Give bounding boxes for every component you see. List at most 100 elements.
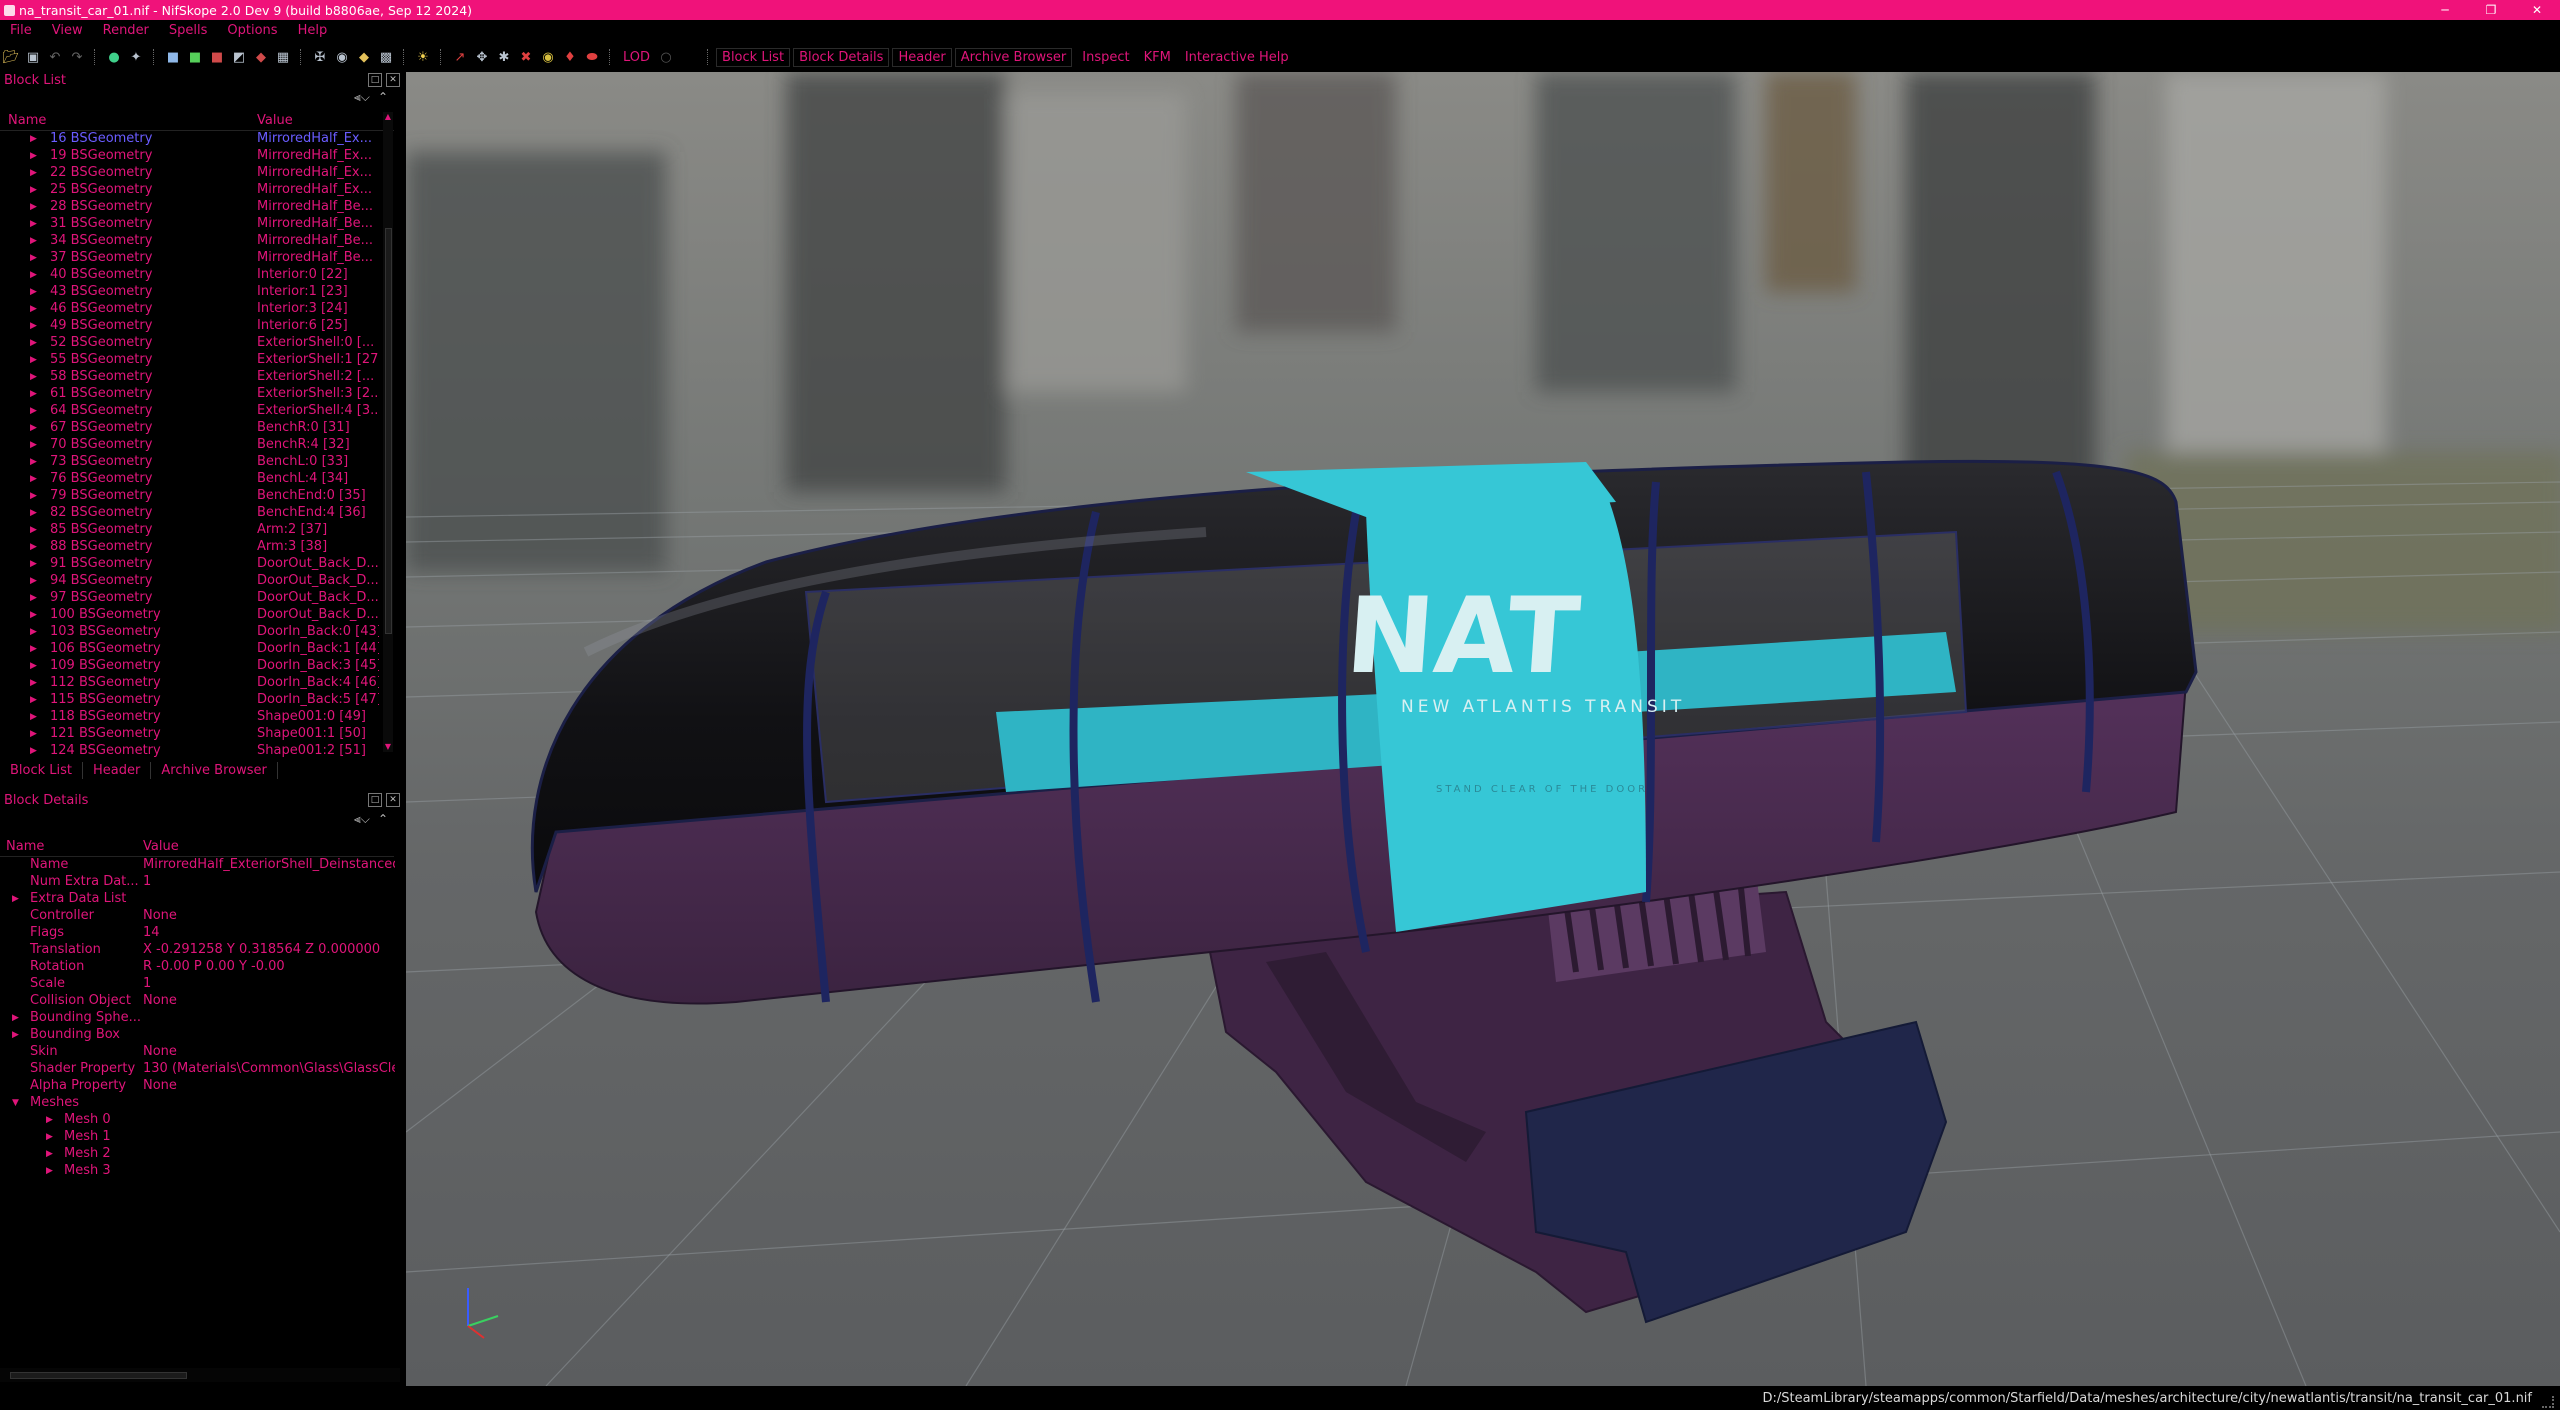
expand-all-icon[interactable]: ⫷︎⌵	[354, 812, 370, 827]
3d-viewport[interactable]: NAT NEW ATLANTIS TRANSIT STAND CLEAR OF …	[406, 72, 2560, 1386]
block-list-row[interactable]: ▶ 94 BSGeometry DoorOut_Back_D...	[0, 573, 394, 590]
block-list-row[interactable]: ▶ 37 BSGeometry MirroredHalf_Be...	[0, 250, 394, 267]
show-nodes-icon[interactable]: ◆	[355, 48, 373, 66]
block-list-row[interactable]: ▶ 55 BSGeometry ExteriorShell:1 [27]	[0, 352, 394, 369]
block-list-row[interactable]: ▶ 112 BSGeometry DoorIn_Back:4 [46]	[0, 675, 394, 692]
detail-row[interactable]: Flags 14	[0, 925, 394, 942]
block-list-row[interactable]: ▶ 64 BSGeometry ExteriorShell:4 [3...	[0, 403, 394, 420]
column-value[interactable]: Value	[257, 113, 293, 128]
detail-row[interactable]: Name MirroredHalf_ExteriorShell_Deinstanc…	[0, 857, 395, 874]
detail-row[interactable]: Collision Object None	[0, 993, 394, 1010]
detail-row[interactable]: Scale 1	[0, 976, 394, 993]
tab-block-list[interactable]: Block List	[0, 762, 84, 779]
close-icon[interactable]: ✕	[386, 793, 400, 807]
block-list-row[interactable]: ▶ 31 BSGeometry MirroredHalf_Be...	[0, 216, 394, 233]
expand-arrow-icon[interactable]: ▶	[46, 1149, 53, 1159]
menu-spells[interactable]: Spells	[157, 23, 216, 38]
show-hidden-icon[interactable]: ◉	[333, 48, 351, 66]
block-list-row[interactable]: ▶ 115 BSGeometry DoorIn_Back:5 [47]	[0, 692, 394, 709]
detail-row[interactable]: Alpha Property None	[0, 1078, 394, 1095]
block-list-row[interactable]: ▶ 91 BSGeometry DoorOut_Back_D...	[0, 556, 394, 573]
toggle-header-button[interactable]: Header	[892, 47, 952, 67]
column-name[interactable]: Name	[6, 839, 44, 854]
expand-arrow-icon[interactable]: ▶	[46, 1132, 53, 1142]
expand-arrow-icon[interactable]: ▶	[30, 440, 37, 450]
expand-arrow-icon[interactable]: ▶	[30, 644, 37, 654]
expand-arrow-icon[interactable]: ▶	[30, 610, 37, 620]
block-list-row[interactable]: ▶ 61 BSGeometry ExteriorShell:3 [2...	[0, 386, 394, 403]
texture-icon[interactable]: ◉	[539, 48, 557, 66]
expand-arrow-icon[interactable]: ▶	[30, 746, 37, 756]
expand-arrow-icon[interactable]: ▶	[30, 219, 37, 229]
show-constraints-icon[interactable]: ▩	[377, 48, 395, 66]
close-icon[interactable]: ✕	[2514, 0, 2560, 20]
interactive-help-button[interactable]: Interactive Help	[1178, 50, 1296, 65]
expand-arrow-icon[interactable]: ▶	[30, 168, 37, 178]
block-list-scrollbar[interactable]: ▲ ▼	[383, 112, 393, 752]
view-top-icon[interactable]: ■	[164, 48, 182, 66]
detail-row[interactable]: ▶ Mesh 0	[0, 1112, 394, 1129]
expand-arrow-icon[interactable]: ▶	[30, 304, 37, 314]
expand-arrow-icon[interactable]: ▶	[30, 576, 37, 586]
block-list-row[interactable]: ▶ 106 BSGeometry DoorIn_Back:1 [44]	[0, 641, 394, 658]
expand-all-icon[interactable]: ⫷︎⌵	[354, 90, 370, 105]
toggle-block-list-button[interactable]: Block List	[716, 47, 791, 67]
menu-help[interactable]: Help	[286, 23, 336, 38]
block-list-row[interactable]: ▶ 46 BSGeometry Interior:3 [24]	[0, 301, 394, 318]
expand-arrow-icon[interactable]: ▶	[46, 1166, 53, 1176]
expand-arrow-icon[interactable]: ▶	[12, 894, 19, 904]
view-walk-icon[interactable]: ◆	[252, 48, 270, 66]
block-list-row[interactable]: ▶ 25 BSGeometry MirroredHalf_Ex...	[0, 182, 394, 199]
scroll-down-icon[interactable]: ▼	[383, 742, 393, 752]
expand-arrow-icon[interactable]: ▶	[30, 525, 37, 535]
redo-icon[interactable]: ↷	[68, 48, 86, 66]
expand-arrow-icon[interactable]: ▶	[30, 253, 37, 263]
menu-file[interactable]: File	[0, 23, 40, 38]
axes-icon[interactable]: ✠	[311, 48, 329, 66]
perspective-icon[interactable]: ▦	[274, 48, 292, 66]
view-front-icon[interactable]: ■	[186, 48, 204, 66]
collapse-all-icon[interactable]: ⌃	[378, 812, 388, 826]
marker-icon[interactable]: ♦	[561, 48, 579, 66]
detail-row[interactable]: ▶ Mesh 1	[0, 1129, 394, 1146]
block-list-row[interactable]: ▶ 67 BSGeometry BenchR:0 [31]	[0, 420, 394, 437]
block-list-row[interactable]: ▶ 22 BSGeometry MirroredHalf_Ex...	[0, 165, 394, 182]
expand-arrow-icon[interactable]: ▶	[30, 678, 37, 688]
restore-icon[interactable]: ❐	[2468, 0, 2514, 20]
expand-arrow-icon[interactable]: ▶	[30, 236, 37, 246]
block-list-row[interactable]: ▶ 121 BSGeometry Shape001:1 [50]	[0, 726, 394, 743]
close-icon[interactable]: ✕	[386, 73, 400, 87]
lod-slider-icon[interactable]: ○	[657, 48, 675, 66]
reset-view-icon[interactable]: ✦	[127, 48, 145, 66]
detail-row[interactable]: Num Extra Dat... 1	[0, 874, 394, 891]
expand-arrow-icon[interactable]: ▶	[30, 593, 37, 603]
block-list-row[interactable]: ▶ 100 BSGeometry DoorOut_Back_D...	[0, 607, 394, 624]
expand-arrow-icon[interactable]: ▶	[30, 491, 37, 501]
expand-arrow-icon[interactable]: ▶	[30, 321, 37, 331]
expand-arrow-icon[interactable]: ▶	[30, 270, 37, 280]
skeleton-icon[interactable]: ✱	[495, 48, 513, 66]
scroll-up-icon[interactable]: ▲	[383, 112, 393, 122]
expand-arrow-icon[interactable]: ▶	[30, 542, 37, 552]
detail-row[interactable]: ▶ Bounding Box	[0, 1027, 394, 1044]
detail-row[interactable]: Skin None	[0, 1044, 394, 1061]
furniture-icon[interactable]: ⬬	[583, 48, 601, 66]
inspect-button[interactable]: Inspect	[1075, 50, 1136, 65]
tab-header[interactable]: Header	[83, 762, 152, 779]
detail-row[interactable]: ▶ Extra Data List	[0, 891, 394, 908]
expand-arrow-icon[interactable]: ▶	[30, 389, 37, 399]
toggle-archive-browser-button[interactable]: Archive Browser	[954, 47, 1073, 67]
block-list-row[interactable]: ▶ 34 BSGeometry MirroredHalf_Be...	[0, 233, 394, 250]
expand-arrow-icon[interactable]: ▶	[30, 457, 37, 467]
block-list-row[interactable]: ▶ 40 BSGeometry Interior:0 [22]	[0, 267, 394, 284]
load-view-icon[interactable]: ●	[105, 48, 123, 66]
expand-arrow-icon[interactable]: ▶	[30, 406, 37, 416]
minimize-icon[interactable]: ─	[2422, 0, 2468, 20]
expand-arrow-icon[interactable]: ▶	[30, 712, 37, 722]
kfm-button[interactable]: KFM	[1137, 50, 1178, 65]
block-list-row[interactable]: ▶ 109 BSGeometry DoorIn_Back:3 [45]	[0, 658, 394, 675]
menu-render[interactable]: Render	[91, 23, 157, 38]
expand-arrow-icon[interactable]: ▶	[30, 372, 37, 382]
expand-arrow-icon[interactable]: ▶	[12, 1013, 19, 1023]
block-details-hscrollbar[interactable]	[0, 1368, 400, 1382]
